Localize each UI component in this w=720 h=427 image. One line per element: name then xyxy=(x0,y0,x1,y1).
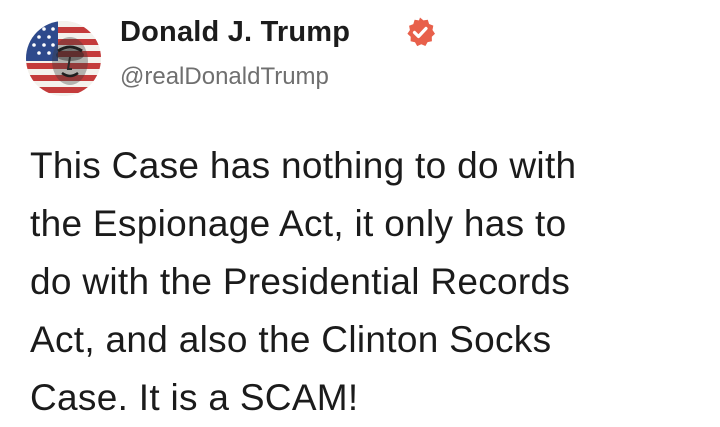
post-card: Donald J. Trump @realDonaldTrump This Ca… xyxy=(0,0,720,418)
post-body-text: This Case has nothing to do with the Esp… xyxy=(30,137,710,427)
author-handle[interactable]: @realDonaldTrump xyxy=(120,63,329,91)
post-text-line: do with the Presidential Records xyxy=(30,261,571,302)
post-text-line: This Case has nothing to do with xyxy=(30,145,577,186)
post-text-line: Act, and also the Clinton Socks xyxy=(30,319,552,360)
post-text-line: Case. It is a SCAM! xyxy=(30,377,359,418)
avatar-image xyxy=(26,21,101,96)
avatar[interactable] xyxy=(26,21,101,96)
verified-badge-icon xyxy=(404,16,436,48)
post-text-line: the Espionage Act, it only has to xyxy=(30,203,567,244)
author-display-name[interactable]: Donald J. Trump xyxy=(120,16,350,49)
